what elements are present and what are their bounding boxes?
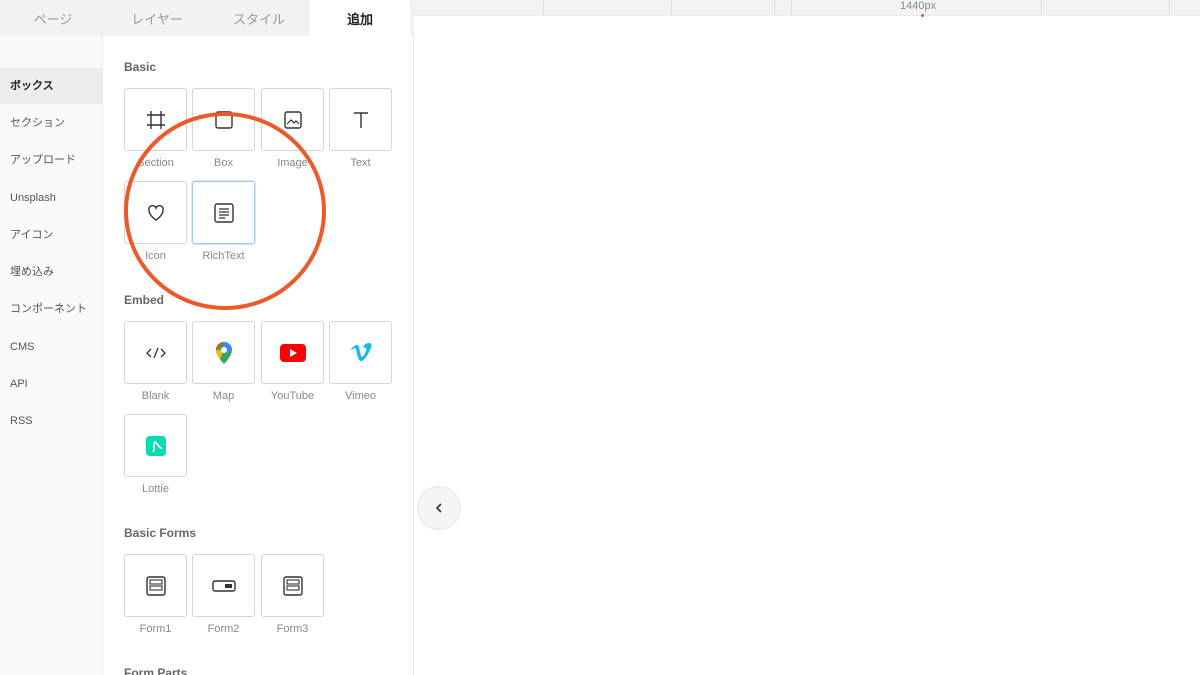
form3-tile[interactable] (261, 554, 324, 617)
youtube-tile[interactable] (261, 321, 324, 384)
youtube-tile-label: YouTube (270, 390, 315, 402)
tab-add[interactable]: 追加 (310, 0, 410, 36)
tab-page[interactable]: ページ (0, 0, 106, 36)
category-component[interactable]: コンポーネント (0, 291, 103, 327)
tab-style[interactable]: スタイル (208, 0, 310, 36)
code-icon (145, 347, 166, 358)
map-tile[interactable] (192, 321, 255, 384)
form2-tile[interactable] (192, 554, 255, 617)
tab-layers[interactable]: レイヤー (106, 0, 208, 36)
section-tile-label: Section (137, 157, 174, 169)
blank-tile-label: Blank (141, 390, 170, 402)
add-panel: ページ レイヤー スタイル 追加 ボックス セクション アップロード Unspl… (0, 0, 414, 675)
ruler-tick (1041, 0, 1042, 16)
form2-tile-label: Form2 (207, 623, 240, 635)
ruler-tick (543, 0, 544, 16)
category-rss[interactable]: RSS (0, 403, 103, 439)
section-title-form-parts: Form Parts (124, 666, 188, 675)
category-api[interactable]: API (0, 366, 103, 402)
image-icon (283, 110, 302, 129)
text-tile[interactable] (329, 88, 392, 151)
form-icon (282, 575, 303, 596)
category-unsplash[interactable]: Unsplash (0, 180, 103, 216)
text-icon (353, 111, 368, 128)
collapse-panel-button[interactable] (417, 486, 461, 530)
ruler-tick (671, 0, 672, 16)
input-icon (211, 579, 236, 592)
vimeo-tile[interactable] (329, 321, 392, 384)
box-tile[interactable] (192, 88, 255, 151)
chevron-left-icon (435, 503, 442, 513)
youtube-icon (279, 343, 306, 362)
panel-tabs: ページ レイヤー スタイル 追加 (0, 0, 414, 36)
element-grid: Basic Section Box Image Text Icon RichTe… (104, 36, 413, 675)
map-tile-label: Map (212, 390, 235, 402)
ruler-tick (791, 0, 792, 16)
form3-tile-label: Form3 (276, 623, 309, 635)
category-embed[interactable]: 埋め込み (0, 254, 103, 290)
canvas-width-label: 1440px (900, 0, 937, 12)
text-tile-label: Text (350, 157, 371, 169)
richtext-icon (213, 202, 234, 223)
lottie-icon (145, 435, 166, 456)
form1-tile[interactable] (124, 554, 187, 617)
ruler-tick (1169, 0, 1170, 16)
category-cms[interactable]: CMS (0, 329, 103, 365)
section-title-basic: Basic (124, 60, 157, 74)
category-box[interactable]: ボックス (0, 68, 103, 104)
richtext-tile[interactable] (192, 181, 255, 244)
category-upload[interactable]: アップロード (0, 142, 103, 178)
lottie-tile-label: Lottie (142, 483, 169, 495)
image-tile-label: Image (277, 157, 308, 169)
section-tile[interactable] (124, 88, 187, 151)
box-icon (214, 110, 233, 129)
blank-tile[interactable] (124, 321, 187, 384)
box-tile-label: Box (214, 157, 233, 169)
category-section[interactable]: セクション (0, 105, 103, 141)
heart-icon (147, 204, 164, 221)
category-list: ボックス セクション アップロード Unsplash アイコン 埋め込み コンポ… (0, 36, 103, 675)
vimeo-icon (350, 342, 371, 361)
canvas-ruler: 1440px (414, 0, 1200, 17)
icon-tile[interactable] (124, 181, 187, 244)
section-title-basic-forms: Basic Forms (124, 526, 197, 540)
image-tile[interactable] (261, 88, 324, 151)
vimeo-tile-label: Vimeo (345, 390, 376, 402)
lottie-tile[interactable] (124, 414, 187, 477)
form1-tile-label: Form1 (139, 623, 172, 635)
section-icon (146, 110, 165, 129)
section-title-embed: Embed (124, 293, 165, 307)
richtext-tile-label: RichText (202, 250, 245, 262)
canvas[interactable] (415, 17, 1200, 675)
ruler-tick (774, 0, 775, 16)
icon-tile-label: Icon (145, 250, 166, 262)
category-icon[interactable]: アイコン (0, 217, 103, 253)
form-icon (145, 575, 166, 596)
map-pin-icon (215, 341, 232, 364)
